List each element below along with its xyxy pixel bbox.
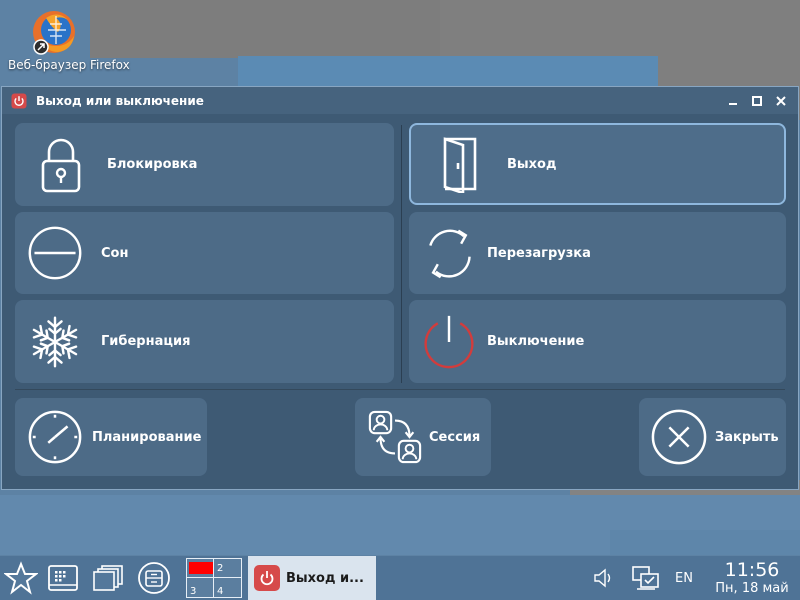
desktop-icon-label: Веб-браузер Firefox <box>8 58 130 72</box>
power-app-icon <box>11 93 27 108</box>
taskbar: 1 2 3 4 Выход и... EN 11:56 Пн, 18 май <box>0 556 800 600</box>
session-button[interactable]: Сессия <box>355 398 491 476</box>
lock-button[interactable]: Блокировка <box>15 123 394 206</box>
hibernate-button[interactable]: Гибернация <box>15 300 394 383</box>
workspace-pager[interactable]: 1 2 3 4 <box>186 558 242 598</box>
workspace-3[interactable]: 3 <box>187 578 214 597</box>
close-window-button[interactable] <box>772 92 790 110</box>
lock-icon <box>33 137 89 193</box>
schedule-label: Планирование <box>92 429 202 445</box>
shutdown-label: Выключение <box>487 334 585 349</box>
power-app-icon <box>254 565 280 591</box>
clock-icon <box>27 409 83 465</box>
close-dialog-button[interactable]: Закрыть <box>639 398 786 476</box>
workspace-2-label: 2 <box>217 562 224 574</box>
schedule-button[interactable]: Планирование <box>15 398 207 476</box>
network-button[interactable] <box>630 556 662 600</box>
power-icon <box>421 314 477 370</box>
maximize-icon <box>752 96 762 106</box>
session-label: Сессия <box>429 429 481 445</box>
windows-stack-icon <box>93 565 123 591</box>
star-icon <box>4 561 38 595</box>
reboot-label: Перезагрузка <box>487 245 591 261</box>
clock-time: 11:56 <box>724 559 780 581</box>
maximize-button[interactable] <box>748 92 766 110</box>
title-bar[interactable]: Выход или выключение <box>2 87 798 114</box>
speaker-icon <box>594 568 611 588</box>
logout-dialog: Выход или выключение Блокировка Сон Гибе… <box>1 86 799 490</box>
network-icon <box>632 566 659 590</box>
volume-button[interactable] <box>590 556 618 600</box>
sleep-label: Сон <box>101 245 129 261</box>
snowflake-icon <box>27 314 83 370</box>
task-title: Выход и... <box>286 570 364 586</box>
sleep-icon <box>27 225 83 281</box>
close-icon <box>776 96 786 106</box>
reboot-icon <box>421 225 477 281</box>
switch-user-icon <box>367 409 423 465</box>
app-grid-button[interactable] <box>44 556 82 600</box>
workspace-window-preview <box>189 562 213 574</box>
desktop-icon-firefox[interactable]: Веб-браузер Firefox <box>8 4 130 88</box>
workspace-4-label: 4 <box>217 586 224 597</box>
reboot-button[interactable]: Перезагрузка <box>409 212 786 294</box>
logout-button[interactable]: Выход <box>409 123 786 205</box>
minimize-icon <box>729 103 737 105</box>
clock-date: Пн, 18 май <box>715 581 789 596</box>
minimize-button[interactable] <box>724 92 742 110</box>
sleep-button[interactable]: Сон <box>15 212 394 294</box>
file-manager-button[interactable] <box>134 556 174 600</box>
hibernate-label: Гибернация <box>101 334 191 349</box>
start-menu-button[interactable] <box>2 556 40 600</box>
app-grid-icon <box>48 565 78 591</box>
workspace-4[interactable]: 4 <box>214 578 241 597</box>
clock[interactable]: 11:56 Пн, 18 май <box>706 559 798 596</box>
dialog-body: Блокировка Сон Гибернация Выход Перезагр… <box>2 114 798 489</box>
close-circle-icon <box>651 409 707 465</box>
lock-label: Блокировка <box>107 157 198 172</box>
logout-label: Выход <box>507 156 557 172</box>
vertical-divider <box>401 125 402 383</box>
task-logout-dialog[interactable]: Выход и... <box>248 556 376 600</box>
close-label: Закрыть <box>715 429 779 445</box>
workspace-1[interactable]: 1 <box>187 559 214 578</box>
door-exit-icon <box>431 136 487 193</box>
keyboard-layout[interactable]: EN <box>675 556 693 600</box>
firefox-icon <box>33 11 75 55</box>
window-title: Выход или выключение <box>36 93 204 108</box>
workspace-3-label: 3 <box>190 586 197 597</box>
file-cabinet-icon <box>138 562 170 594</box>
horizontal-divider <box>15 389 785 390</box>
workspace-2[interactable]: 2 <box>214 559 241 578</box>
show-windows-button[interactable] <box>88 556 128 600</box>
shutdown-button[interactable]: Выключение <box>409 300 786 383</box>
